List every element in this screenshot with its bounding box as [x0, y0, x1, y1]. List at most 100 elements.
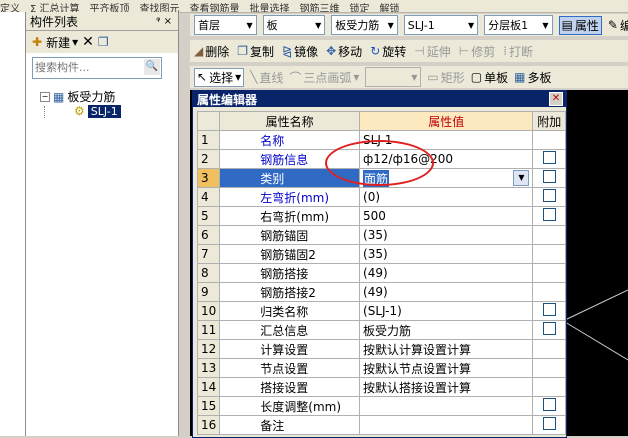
tree-child[interactable]: ⚙ SLJ-1 — [74, 104, 121, 118]
tree-root-label: 板受力筋 — [67, 90, 116, 104]
edit-button[interactable]: ✎ 编 — [608, 17, 628, 34]
line-button[interactable]: ╲ 直线 — [250, 69, 283, 86]
trim-button[interactable]: ⊢ 修剪 — [459, 43, 495, 60]
copy-icon[interactable]: ❐ — [98, 35, 109, 49]
extra-checkbox-cell[interactable] — [532, 168, 566, 188]
delete-button[interactable]: ◢ 删除 — [194, 43, 229, 60]
arc-button[interactable]: ⌒ 三点画弧 ▾ — [289, 69, 359, 86]
extra-checkbox-cell[interactable] — [532, 415, 566, 435]
extra-checkbox[interactable] — [542, 398, 556, 411]
mirror-button[interactable]: ⧎ 镜像 — [282, 43, 318, 60]
extra-checkbox-cell[interactable] — [532, 320, 566, 340]
row-number: 2 — [196, 149, 221, 169]
top-toolbar-item[interactable]: 解锁 — [380, 4, 400, 12]
rect-icon: ▭ — [427, 70, 439, 84]
property-value[interactable]: 按默认搭接设置计算 — [359, 377, 534, 397]
move-button[interactable]: ✥ 移动 — [326, 43, 362, 60]
row-number: 6 — [196, 225, 221, 245]
tree-root[interactable]: − ▦ 板受力筋 — [40, 88, 115, 105]
top-toolbar-item[interactable]: 批量选择 — [250, 4, 290, 12]
extra-checkbox[interactable] — [542, 170, 556, 183]
chevron-down-icon[interactable]: ▼ — [513, 170, 530, 186]
component-list-title: 构件列表 — [30, 14, 79, 29]
new-button[interactable]: 新建 ▾ — [46, 34, 78, 51]
property-value[interactable]: 按默认计算设置计算 — [359, 339, 534, 359]
category-select[interactable]: 板 ▼ — [262, 15, 326, 35]
extra-checkbox[interactable] — [542, 417, 556, 430]
mirror-icon: ⧎ — [282, 44, 293, 58]
row-number: 3 — [196, 168, 221, 188]
type-select[interactable]: 板受力筋 ▼ — [331, 15, 398, 35]
rotate-button[interactable]: ↻ 旋转 — [370, 43, 406, 60]
rect-button[interactable]: ▭ 矩形 — [427, 69, 464, 86]
property-value[interactable]: 按默认节点设置计算 — [359, 358, 534, 378]
property-row[interactable]: 12 计算设置 按默认计算设置计算 — [196, 339, 566, 359]
property-row[interactable]: 6 钢筋锚固 (35) — [196, 225, 566, 245]
extra-checkbox-cell[interactable] — [532, 396, 566, 416]
collapse-icon[interactable]: − — [40, 91, 50, 102]
property-value[interactable]: (0) — [359, 187, 534, 207]
pin-close-icon[interactable]: ᵠ × — [156, 16, 172, 27]
extra-checkbox-cell — [532, 225, 566, 245]
property-name: 搭接设置 — [219, 377, 361, 397]
select-button[interactable]: ↖ 选择 ▾ — [194, 67, 245, 87]
extend-button[interactable]: ⊣ 延伸 — [414, 43, 450, 60]
property-value[interactable]: (49) — [359, 263, 534, 283]
gear-icon: ⚙ — [74, 104, 85, 118]
tree-child-label: SLJ-1 — [87, 104, 121, 118]
copy-button[interactable]: ❐ 复制 — [237, 43, 274, 60]
search-icon[interactable]: 🔍 — [144, 59, 160, 75]
property-row[interactable]: 14 搭接设置 按默认搭接设置计算 — [196, 377, 566, 397]
extra-checkbox[interactable] — [542, 189, 556, 202]
header-value: 属性值 — [359, 111, 534, 131]
property-row[interactable]: 7 钢筋锚固2 (35) — [196, 244, 566, 264]
extra-checkbox-cell[interactable] — [532, 301, 566, 321]
property-row[interactable]: 13 节点设置 按默认节点设置计算 — [196, 358, 566, 378]
extra-checkbox[interactable] — [542, 208, 556, 221]
layer-select[interactable]: 分层板1 ▼ — [484, 15, 553, 35]
property-value[interactable] — [359, 415, 534, 435]
property-row[interactable]: 10 归类名称 (SLJ-1) — [196, 301, 566, 321]
extra-checkbox-cell[interactable] — [532, 149, 566, 169]
floor-select[interactable]: 首层 ▼ — [194, 15, 257, 35]
property-value[interactable]: (49) — [359, 282, 534, 302]
property-name: 计算设置 — [219, 339, 361, 359]
extra-checkbox-cell[interactable] — [532, 187, 566, 207]
property-row[interactable]: 15 长度调整(mm) — [196, 396, 566, 416]
property-value[interactable]: (35) — [359, 244, 534, 264]
top-toolbar-item[interactable]: 锁定 — [350, 4, 370, 12]
property-row[interactable]: 8 钢筋搭接 (49) — [196, 263, 566, 283]
close-icon[interactable]: ✕ — [549, 92, 563, 106]
extra-checkbox[interactable] — [542, 322, 556, 335]
header-name: 属性名称 — [219, 111, 361, 131]
property-row[interactable]: 11 汇总信息 板受力筋 — [196, 320, 566, 340]
single-board-button[interactable]: ▢ 单板 — [471, 69, 508, 86]
extra-checkbox[interactable] — [542, 303, 556, 316]
multi-board-icon: ▦ — [514, 70, 526, 84]
row-number: 1 — [196, 130, 221, 150]
property-value[interactable]: 500 — [359, 206, 534, 226]
multi-board-button[interactable]: ▦ 多板 — [514, 69, 551, 86]
property-value[interactable]: (35) — [359, 225, 534, 245]
extra-checkbox-cell[interactable] — [532, 206, 566, 226]
extra-checkbox-cell — [532, 377, 566, 397]
break-button[interactable]: ⁞ 打断 — [503, 43, 533, 60]
property-button[interactable]: ▤ 属性 — [558, 15, 602, 35]
draw-mode-select[interactable]: ▼ — [365, 67, 422, 87]
property-value[interactable] — [359, 396, 534, 416]
extra-checkbox[interactable] — [542, 151, 556, 164]
property-name: 长度调整(mm) — [219, 396, 361, 416]
top-toolbar-item[interactable]: 钢筋三维 — [300, 4, 340, 12]
delete-icon[interactable]: ✕ — [82, 34, 94, 50]
pencil-icon: ✎ — [607, 18, 618, 32]
property-name: 汇总信息 — [219, 320, 361, 340]
property-row[interactable]: 4 左弯折(mm) (0) — [196, 187, 566, 207]
property-value[interactable]: 板受力筋 — [359, 320, 534, 340]
property-row[interactable]: 9 钢筋搭接2 (49) — [196, 282, 566, 302]
property-row[interactable]: 16 备注 — [196, 415, 566, 435]
property-row[interactable]: 5 右弯折(mm) 500 — [196, 206, 566, 226]
item-select[interactable]: SLJ-1 ▼ — [403, 15, 479, 35]
search-input[interactable] — [33, 58, 147, 76]
top-toolbar-item[interactable]: 查看钢筋量 — [190, 4, 240, 12]
property-value[interactable]: (SLJ-1) — [359, 301, 534, 321]
